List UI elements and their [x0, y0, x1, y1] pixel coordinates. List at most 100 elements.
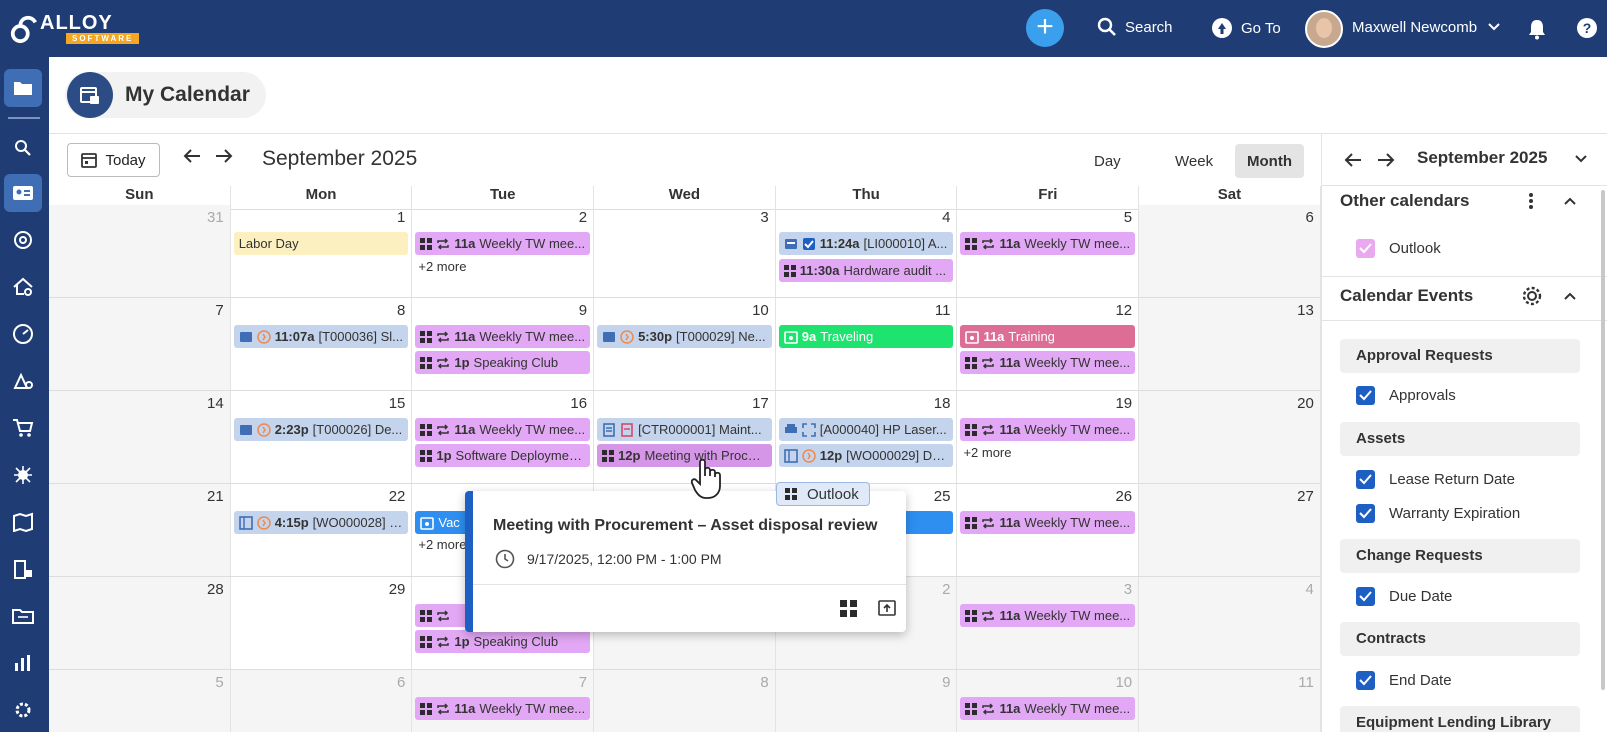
day-cell[interactable]: 14 [49, 391, 231, 483]
nav-reports[interactable] [4, 644, 42, 682]
search-button[interactable]: Search [1097, 17, 1173, 37]
event-asset[interactable]: [A000040] HP Laser... [778, 418, 954, 441]
day-cell[interactable]: 15 2:23p [T000026] De... [231, 391, 413, 483]
nav-settings[interactable] [4, 691, 42, 729]
day-cell[interactable]: 4 [1139, 577, 1321, 669]
day-cell[interactable]: 18 [A000040] HP Laser... 12p [WO000029] D… [776, 391, 958, 483]
more-link[interactable]: +2 more [963, 445, 1011, 460]
event-speaking-club[interactable]: 1p Speaking Club [415, 630, 591, 653]
warranty-expiration-checkbox[interactable] [1356, 504, 1375, 523]
day-cell[interactable]: 27 [1139, 484, 1321, 576]
day-cell[interactable]: 8 11:07a [T000036] Sl... [231, 298, 413, 390]
help-icon[interactable]: ? [1576, 17, 1598, 39]
end-date-checkbox[interactable] [1356, 671, 1375, 690]
event-weekly-meeting[interactable]: 11a Weekly TW mee... [960, 232, 1136, 255]
day-cell[interactable]: 4 11:24a [LI000010] A... 11:30a Hardware a… [776, 205, 958, 297]
more-vertical-icon[interactable] [1528, 192, 1534, 210]
day-cell[interactable]: 8 [594, 670, 776, 732]
next-month-button[interactable] [214, 146, 234, 172]
day-cell[interactable]: 17 [CTR000001] Maint... 12p Meeting with … [594, 391, 776, 483]
event-ticket[interactable]: 11:07a [T000036] Sl... [233, 325, 409, 348]
day-cell[interactable]: 9 11a Weekly TW mee... 1p Speaking Club [412, 298, 595, 390]
lease-return-checkbox[interactable] [1356, 470, 1375, 489]
event-traveling[interactable]: 9a Traveling [778, 325, 954, 348]
day-cell[interactable]: 5 11a Weekly TW mee... [957, 205, 1140, 297]
more-link[interactable]: +2 more [418, 259, 466, 274]
day-cell[interactable]: 13 [1139, 298, 1321, 390]
create-new-button[interactable]: + [1026, 9, 1064, 47]
day-cell[interactable]: 26 11a Weekly TW mee... [957, 484, 1140, 576]
day-cell[interactable]: 9 [775, 670, 958, 732]
day-cell[interactable]: 3 [594, 205, 776, 297]
user-name[interactable]: Maxwell Newcomb [1352, 19, 1477, 36]
event-weekly-meeting[interactable]: 11a Weekly TW mee... [960, 697, 1136, 720]
approvals-toggle[interactable]: Approvals [1356, 386, 1456, 405]
nav-shapes[interactable] [4, 362, 42, 400]
day-cell[interactable]: 29 [231, 577, 413, 669]
day-cell[interactable]: 11 9a Traveling [776, 298, 958, 390]
day-cell[interactable]: 20 [1139, 391, 1321, 483]
nav-gauge[interactable] [4, 315, 42, 353]
event-hardware-audit[interactable]: 11:30a Hardware audit ... [778, 259, 954, 282]
nav-home-settings[interactable] [4, 268, 42, 306]
goto-button[interactable]: Go To [1211, 17, 1281, 39]
event-weekly-meeting[interactable]: 11a Weekly TW mee... [960, 351, 1136, 374]
event-weekly-meeting[interactable]: 11a Weekly TW mee... [415, 232, 591, 255]
day-cell[interactable]: 21 [49, 484, 231, 576]
nav-calendar[interactable] [4, 174, 42, 212]
event-weekly-meeting[interactable]: 11a Weekly TW mee... [960, 604, 1136, 627]
day-cell[interactable]: 6 [230, 670, 413, 732]
sidebar-scrollbar[interactable] [1601, 190, 1605, 690]
event-work-order[interactable]: 12p [WO000029] De... [778, 444, 954, 467]
notification-bell-icon[interactable] [1527, 18, 1547, 40]
event-software-deployment[interactable]: 1p Software Deploymen... [415, 444, 591, 467]
nav-folder[interactable] [4, 69, 42, 107]
day-cell[interactable]: 10 11a Weekly TW mee... [957, 670, 1140, 732]
day-cell[interactable]: 19 11a Weekly TW mee... +2 more [957, 391, 1140, 483]
open-external-icon[interactable] [878, 599, 896, 617]
nav-bug[interactable] [4, 456, 42, 494]
day-cell[interactable]: 5 [49, 670, 231, 732]
nav-cart[interactable] [4, 409, 42, 447]
lease-return-toggle[interactable]: Lease Return Date [1356, 470, 1515, 489]
due-date-toggle[interactable]: Due Date [1356, 587, 1452, 606]
event-work-order[interactable]: 4:15p [WO000028] R... [233, 511, 409, 534]
event-contract[interactable]: [CTR000001] Maint... [597, 418, 772, 441]
event-ticket[interactable]: 2:23p [T000026] De... [233, 418, 409, 441]
day-cell[interactable]: 31 [49, 205, 231, 297]
nav-settings-cycle[interactable] [4, 221, 42, 259]
day-cell[interactable]: 16 11a Weekly TW mee... 1p Software Deploy… [412, 391, 595, 483]
outlook-checkbox[interactable] [1356, 239, 1375, 258]
due-date-checkbox[interactable] [1356, 587, 1375, 606]
view-month-button[interactable]: Month [1235, 144, 1304, 178]
event-license[interactable]: 11:24a [LI000010] A... [778, 232, 954, 255]
chevron-down-icon[interactable] [1487, 22, 1501, 32]
prev-month-button[interactable] [182, 146, 202, 172]
day-cell[interactable]: 28 [49, 577, 231, 669]
day-cell[interactable]: 11 [1139, 670, 1321, 732]
event-weekly-meeting[interactable]: 11a Weekly TW mee... [960, 418, 1136, 441]
day-cell[interactable]: 7 [49, 298, 231, 390]
day-cell[interactable]: 22 4:15p [WO000028] R... [231, 484, 413, 576]
gear-icon[interactable] [1521, 285, 1543, 307]
nav-map[interactable] [4, 503, 42, 541]
more-link[interactable]: +2 more [418, 537, 466, 552]
event-weekly-meeting[interactable]: 11a Weekly TW mee... [960, 511, 1136, 534]
approvals-checkbox[interactable] [1356, 386, 1375, 405]
nav-search[interactable] [4, 129, 42, 167]
event-weekly-meeting[interactable]: 11a Weekly TW mee... [415, 325, 591, 348]
nav-folder-list[interactable] [4, 597, 42, 635]
event-speaking-club[interactable]: 1p Speaking Club [415, 351, 591, 374]
arrow-right-icon[interactable] [1376, 150, 1396, 170]
event-training[interactable]: 11a Training [960, 325, 1136, 348]
day-cell[interactable]: 10 5:30p [T000029] Ne... [594, 298, 776, 390]
event-meeting-procurement[interactable]: 12p Meeting with Procur... [597, 444, 772, 467]
warranty-expiration-toggle[interactable]: Warranty Expiration [1356, 504, 1520, 523]
avatar[interactable] [1305, 10, 1343, 48]
event-weekly-meeting[interactable]: 11a Weekly TW mee... [415, 418, 591, 441]
arrow-left-icon[interactable] [1343, 150, 1363, 170]
today-button[interactable]: Today [67, 143, 160, 177]
day-cell[interactable]: 12 11a Training 11a Weekly TW mee... [957, 298, 1140, 390]
event-ticket[interactable]: 5:30p [T000029] Ne... [597, 325, 772, 348]
event-weekly-meeting[interactable]: 11a Weekly TW mee... [415, 697, 591, 720]
